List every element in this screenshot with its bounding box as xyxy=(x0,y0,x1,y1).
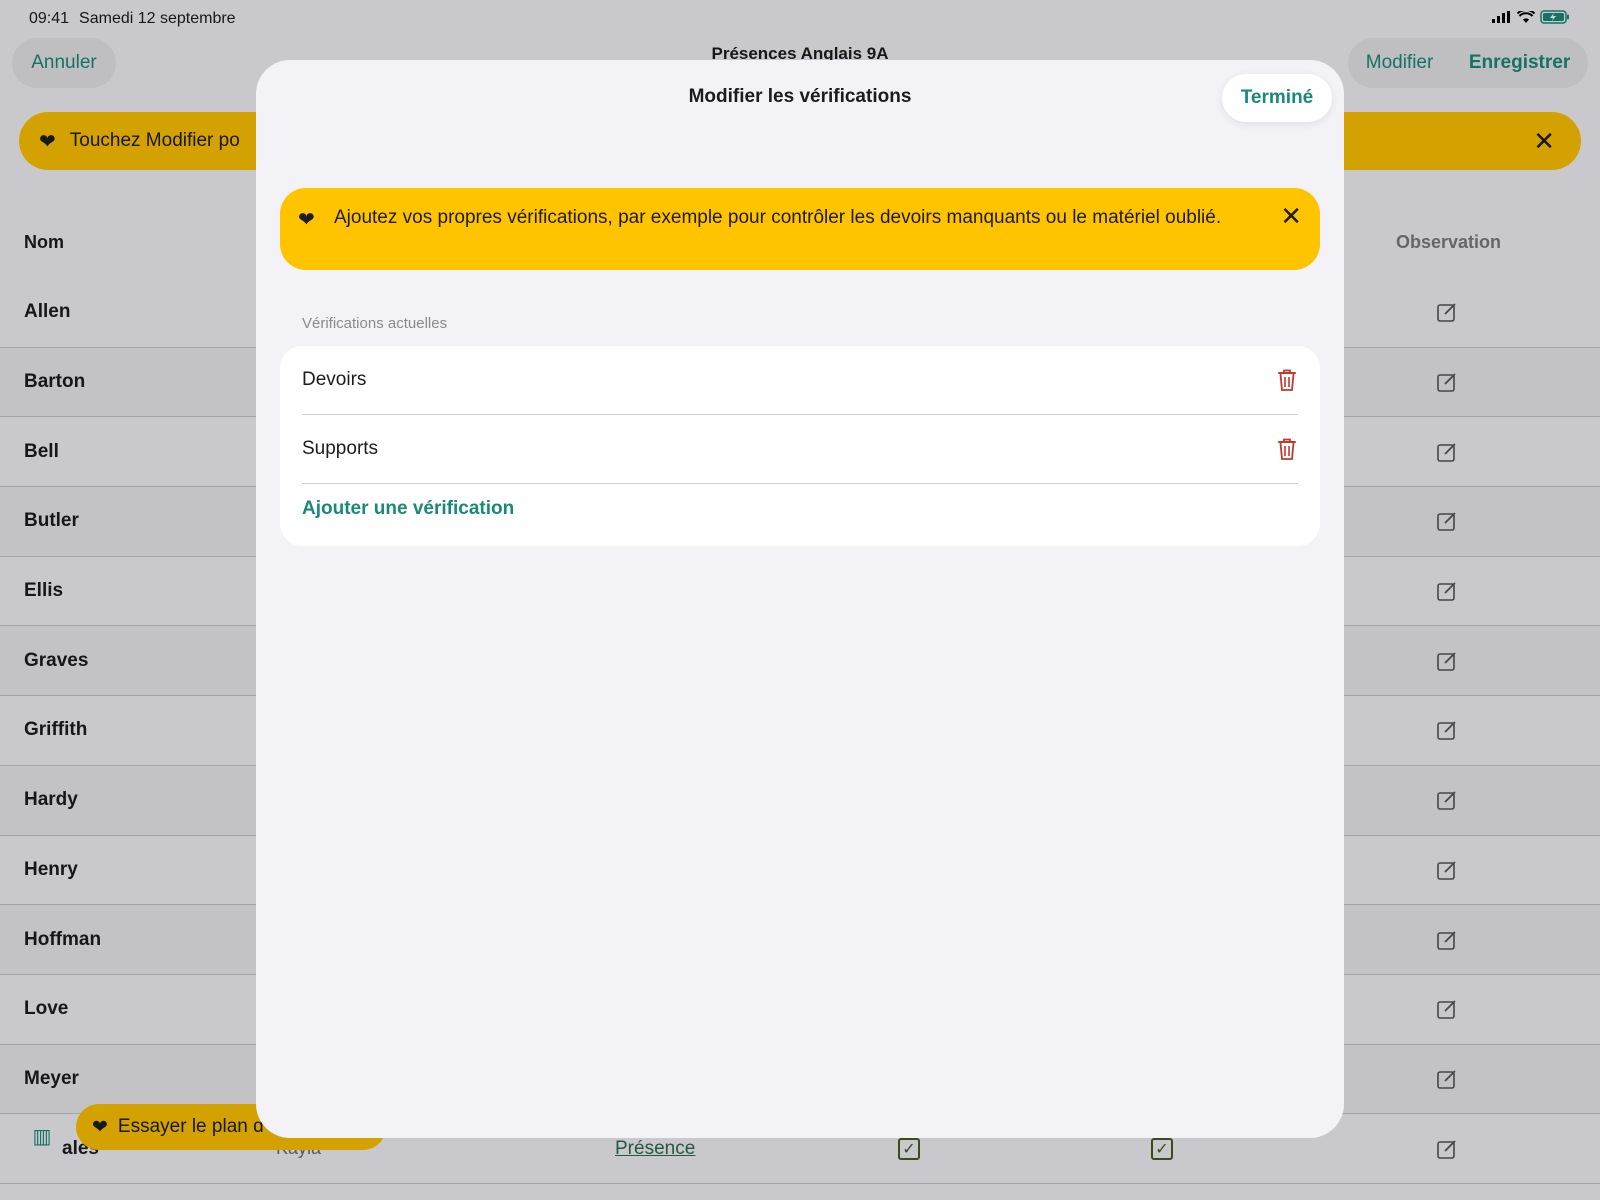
info-banner-text: Ajoutez vos propres vérifications, par e… xyxy=(334,207,1222,228)
edit-checks-sheet: Modifier les vérifications Terminé ❤ Ajo… xyxy=(256,60,1344,1138)
close-icon[interactable]: ✕ xyxy=(1280,203,1302,229)
sheet-title: Modifier les vérifications xyxy=(688,86,912,107)
add-check-button[interactable]: Ajouter une vérification xyxy=(302,498,514,520)
heart-icon: ❤ xyxy=(298,209,315,231)
list-item[interactable]: Devoirs xyxy=(302,346,1298,415)
done-button[interactable]: Terminé xyxy=(1222,74,1332,122)
trash-icon[interactable] xyxy=(1276,368,1298,392)
section-label: Vérifications actuelles xyxy=(302,315,448,332)
check-label: Supports xyxy=(302,438,379,459)
trash-icon[interactable] xyxy=(1276,437,1298,461)
check-label: Devoirs xyxy=(302,369,367,390)
info-banner: ❤ Ajoutez vos propres vérifications, par… xyxy=(280,188,1320,270)
checks-list: Devoirs Supports Ajouter une vérificatio… xyxy=(280,346,1320,546)
list-item[interactable]: Supports xyxy=(302,415,1298,484)
